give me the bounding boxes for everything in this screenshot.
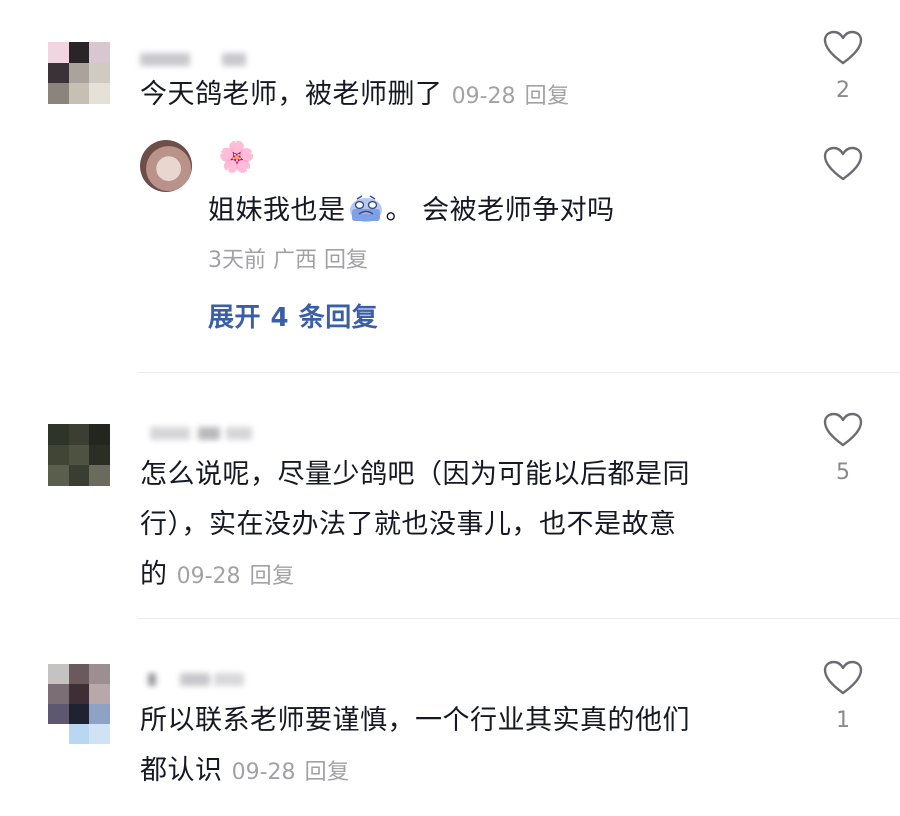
comment-text: 所以联系老师要谨慎，一个行业其实真的他们 都认识 09-28 回复: [140, 696, 690, 798]
expand-replies-button[interactable]: 展开 4 条回复: [208, 300, 378, 336]
comment-line-last: 都认识 09-28 回复: [140, 746, 690, 798]
reply-button[interactable]: 回复: [525, 84, 570, 109]
like-button[interactable]: 2: [820, 30, 866, 103]
heart-outline-icon[interactable]: [823, 30, 863, 66]
comment-time: 09-28: [451, 84, 516, 109]
comment-line-last: 的 09-28 回复: [140, 550, 690, 602]
username-blurred[interactable]: [140, 670, 250, 688]
comment-line: 都认识: [140, 755, 223, 786]
reply-time: 3天前: [208, 248, 266, 273]
comment-text: 怎么说呢，尽量少鸽吧（因为可能以后都是同 行），实在没办法了就也没事儿，也不是故…: [140, 450, 690, 602]
heart-outline-icon[interactable]: [823, 660, 863, 696]
flower-icon: 🌸: [218, 140, 256, 175]
like-button[interactable]: [820, 146, 866, 182]
reply-button[interactable]: 回复: [250, 564, 295, 589]
reply-button[interactable]: 回复: [324, 248, 368, 273]
avatar[interactable]: [140, 140, 192, 192]
reply-body-start: 姐妹我也是: [208, 195, 346, 226]
divider: [138, 618, 900, 619]
reply-button[interactable]: 回复: [305, 760, 350, 785]
like-count: 1: [836, 708, 850, 733]
reply-location: 广西: [273, 248, 318, 273]
heart-outline-icon[interactable]: [823, 146, 863, 182]
reply-username[interactable]: 🌸: [218, 138, 255, 178]
comment-time: 09-28: [176, 564, 241, 589]
comment-body: 今天鸽老师，被老师删了: [140, 79, 443, 110]
username-blurred[interactable]: [140, 50, 250, 68]
comment-line: 行），实在没办法了就也没事儿，也不是故意: [140, 509, 677, 540]
avatar[interactable]: [48, 42, 110, 104]
comment-line: 的: [140, 559, 168, 590]
like-button[interactable]: 5: [820, 412, 866, 485]
like-count: 2: [836, 78, 850, 103]
comment-time: 09-28: [231, 760, 296, 785]
divider: [138, 372, 900, 373]
comment-line: 怎么说呢，尽量少鸽吧（因为可能以后都是同: [140, 459, 690, 490]
comment-text: 今天鸽老师，被老师删了 09-28 回复: [140, 70, 570, 122]
like-button[interactable]: 1: [820, 660, 866, 733]
comment-line: 所以联系老师要谨慎，一个行业其实真的他们: [140, 705, 690, 736]
reply-meta: 3天前 广西 回复: [208, 246, 368, 276]
crying-face-emoji-icon: [349, 195, 382, 222]
avatar[interactable]: [48, 424, 110, 486]
reply-body-end: 。 会被老师争对吗: [385, 195, 615, 226]
username-blurred[interactable]: [140, 424, 260, 442]
like-count: 5: [836, 460, 850, 485]
reply-text: 姐妹我也是 。 会被老师争对吗: [208, 186, 615, 236]
avatar[interactable]: [48, 664, 110, 744]
heart-outline-icon[interactable]: [823, 412, 863, 448]
